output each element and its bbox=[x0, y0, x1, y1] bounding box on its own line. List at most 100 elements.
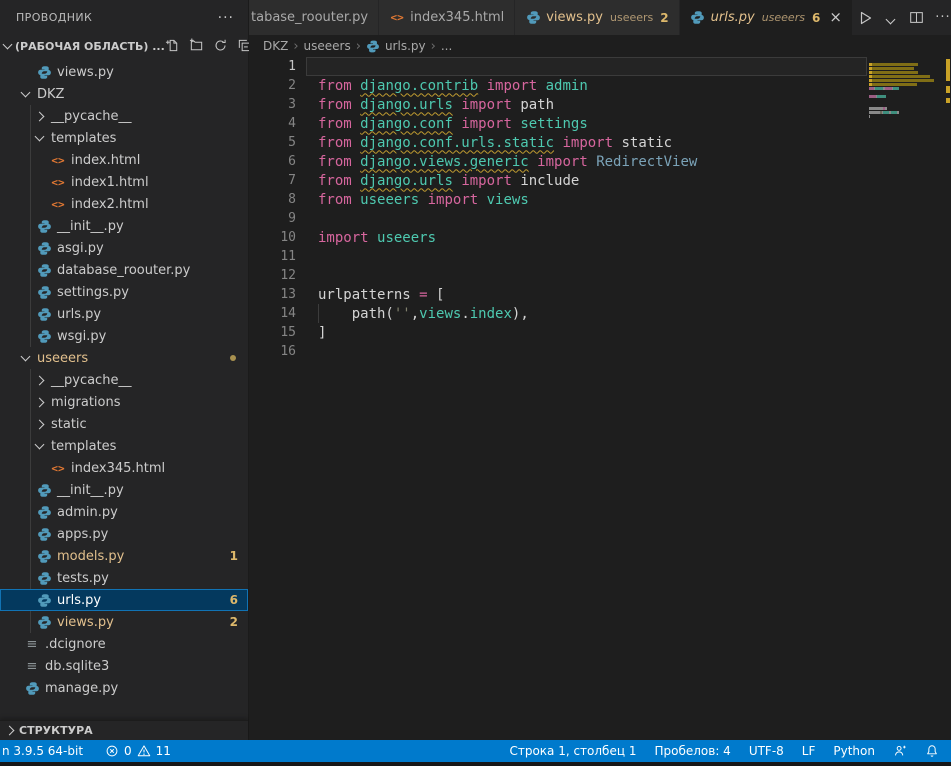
tree-file-index345.html[interactable]: <>index345.html bbox=[0, 457, 248, 479]
chev-down-icon[interactable] bbox=[887, 8, 894, 27]
problems-status[interactable]: 0 11 bbox=[105, 744, 171, 758]
tree-file-views.py[interactable]: views.py2 bbox=[0, 611, 248, 633]
tree-folder-migrations[interactable]: migrations bbox=[0, 391, 248, 413]
split-editor-button[interactable] bbox=[905, 6, 929, 30]
editor[interactable]: 12from django.contrib import admin3from … bbox=[249, 57, 951, 740]
chevron-right-icon bbox=[35, 397, 45, 407]
python-icon bbox=[36, 615, 52, 630]
tree-file-urls.py[interactable]: urls.py6 bbox=[0, 589, 248, 611]
tree-folder-useeers[interactable]: useeers bbox=[0, 347, 248, 369]
tab-tabase_roouter.py[interactable]: tabase_roouter.py bbox=[249, 0, 379, 35]
tree-file-index2.html[interactable]: <>index2.html bbox=[0, 193, 248, 215]
explorer-more-icon[interactable]: ··· bbox=[218, 10, 234, 26]
tree-file-wsgi.py[interactable]: wsgi.py bbox=[0, 325, 248, 347]
code-line-11[interactable]: 11 bbox=[249, 247, 951, 266]
eol-status[interactable]: LF bbox=[802, 744, 816, 758]
outline-section-header[interactable]: СТРУКТУРА bbox=[0, 720, 248, 740]
code-line-9[interactable]: 9 bbox=[249, 209, 951, 228]
cursor-position-status[interactable]: Строка 1, столбец 1 bbox=[509, 744, 636, 758]
tree-item-label: index1.html bbox=[71, 175, 149, 190]
new-folder-icon[interactable] bbox=[189, 38, 205, 54]
tree-item-label: __pycache__ bbox=[51, 109, 131, 124]
python-icon bbox=[525, 10, 541, 25]
tree-file-__init__.py[interactable]: __init__.py bbox=[0, 215, 248, 237]
tree-folder-templates[interactable]: templates bbox=[0, 435, 248, 457]
code-line-12[interactable]: 12 bbox=[249, 266, 951, 285]
breadcrumb-item-urls.py[interactable]: urls.py bbox=[366, 39, 426, 54]
code-line-15[interactable]: 15] bbox=[249, 323, 951, 342]
chevron-down-icon bbox=[21, 88, 31, 98]
tree-file-apps.py[interactable]: apps.py bbox=[0, 523, 248, 545]
breadcrumb-item-useeers[interactable]: useeers bbox=[304, 39, 351, 53]
code-line-5[interactable]: 5from django.conf.urls.static import sta… bbox=[249, 133, 951, 152]
tree-folder-__pycache__[interactable]: __pycache__ bbox=[0, 369, 248, 391]
breadcrumb-item-...[interactable]: ... bbox=[441, 39, 452, 53]
code-line-1[interactable]: 1 bbox=[249, 57, 951, 76]
tab-problems-badge: 6 bbox=[812, 11, 820, 25]
tab-urls.py[interactable]: urls.pyuseeers6× bbox=[680, 0, 853, 35]
python-icon bbox=[36, 65, 52, 80]
code-line-6[interactable]: 6from django.views.generic import Redire… bbox=[249, 152, 951, 171]
split-icon[interactable] bbox=[909, 10, 924, 25]
run-icon[interactable] bbox=[857, 10, 873, 26]
refresh-icon[interactable] bbox=[213, 38, 229, 54]
tree-folder-dkz[interactable]: DKZ bbox=[0, 83, 248, 105]
workspace-section-header[interactable]: (РАБОЧАЯ ОБЛАСТЬ) ... bbox=[0, 35, 248, 57]
chevron-right-icon bbox=[35, 111, 45, 121]
tree-file-db.sqlite3[interactable]: ≡db.sqlite3 bbox=[0, 655, 248, 677]
code-line-10[interactable]: 10import useeers bbox=[249, 228, 951, 247]
tree-file-index.html[interactable]: <>index.html bbox=[0, 149, 248, 171]
run-dropdown[interactable] bbox=[879, 6, 903, 30]
tree-file-views.py[interactable]: views.py bbox=[0, 61, 248, 83]
tree-item-label: __init__.py bbox=[57, 483, 124, 498]
code-line-3[interactable]: 3from django.urls import path bbox=[249, 95, 951, 114]
code-line-16[interactable]: 16 bbox=[249, 342, 951, 361]
code-line-4[interactable]: 4from django.conf import settings bbox=[249, 114, 951, 133]
code-line-2[interactable]: 2from django.contrib import admin bbox=[249, 76, 951, 95]
tree-file-manage.py[interactable]: manage.py bbox=[0, 677, 248, 695]
tree-file-models.py[interactable]: models.py1 bbox=[0, 545, 248, 567]
feedback-icon[interactable] bbox=[893, 744, 907, 758]
more-icon[interactable]: ··· bbox=[935, 10, 950, 25]
tab-index345.html[interactable]: <>index345.html bbox=[379, 0, 515, 35]
tree-file-settings.py[interactable]: settings.py bbox=[0, 281, 248, 303]
tree-file-.dcignore[interactable]: ≡.dcignore bbox=[0, 633, 248, 655]
tab-views.py[interactable]: views.pyuseeers2 bbox=[515, 0, 679, 35]
editor-more-button[interactable]: ··· bbox=[931, 6, 951, 30]
code-line-14[interactable]: 14 path('',views.index), bbox=[249, 304, 951, 323]
tree-item-label: __pycache__ bbox=[51, 373, 131, 388]
code-line-7[interactable]: 7from django.urls import include bbox=[249, 171, 951, 190]
tree-file-index1.html[interactable]: <>index1.html bbox=[0, 171, 248, 193]
tree-folder-__pycache__[interactable]: __pycache__ bbox=[0, 105, 248, 127]
line-number: 4 bbox=[249, 116, 296, 131]
tree-item-label: urls.py bbox=[57, 593, 101, 608]
tree-folder-static[interactable]: static bbox=[0, 413, 248, 435]
tree-file-urls.py[interactable]: urls.py bbox=[0, 303, 248, 325]
chevron-right-icon bbox=[35, 375, 45, 385]
bell-icon[interactable] bbox=[925, 744, 939, 758]
language-mode-status[interactable]: Python bbox=[833, 744, 875, 758]
tree-file-database_roouter.py[interactable]: database_roouter.py bbox=[0, 259, 248, 281]
code-text: import useeers bbox=[318, 230, 436, 246]
code-line-8[interactable]: 8from useeers import views bbox=[249, 190, 951, 209]
tree-file-tests.py[interactable]: tests.py bbox=[0, 567, 248, 589]
tree-item-label: useeers bbox=[37, 351, 88, 366]
python-icon bbox=[36, 593, 52, 608]
warning-icon bbox=[137, 744, 151, 758]
html-icon: <> bbox=[50, 198, 66, 211]
new-file-icon[interactable] bbox=[165, 38, 181, 54]
code-line-13[interactable]: 13urlpatterns = [ bbox=[249, 285, 951, 304]
breadcrumb-label: DKZ bbox=[263, 39, 288, 53]
breadcrumb-label: useeers bbox=[304, 39, 351, 53]
tree-file-asgi.py[interactable]: asgi.py bbox=[0, 237, 248, 259]
breadcrumb-item-dkz[interactable]: DKZ bbox=[263, 39, 288, 53]
indentation-status[interactable]: Пробелов: 4 bbox=[654, 744, 730, 758]
python-version-status[interactable]: n 3.9.5 64-bit bbox=[2, 744, 83, 758]
encoding-status[interactable]: UTF-8 bbox=[749, 744, 784, 758]
tree-folder-templates[interactable]: templates bbox=[0, 127, 248, 149]
explorer-header: ПРОВОДНИК ··· bbox=[0, 0, 248, 35]
run-button[interactable] bbox=[853, 6, 877, 30]
tree-file-admin.py[interactable]: admin.py bbox=[0, 501, 248, 523]
close-icon[interactable]: × bbox=[829, 10, 842, 25]
tree-file-__init__.py[interactable]: __init__.py bbox=[0, 479, 248, 501]
